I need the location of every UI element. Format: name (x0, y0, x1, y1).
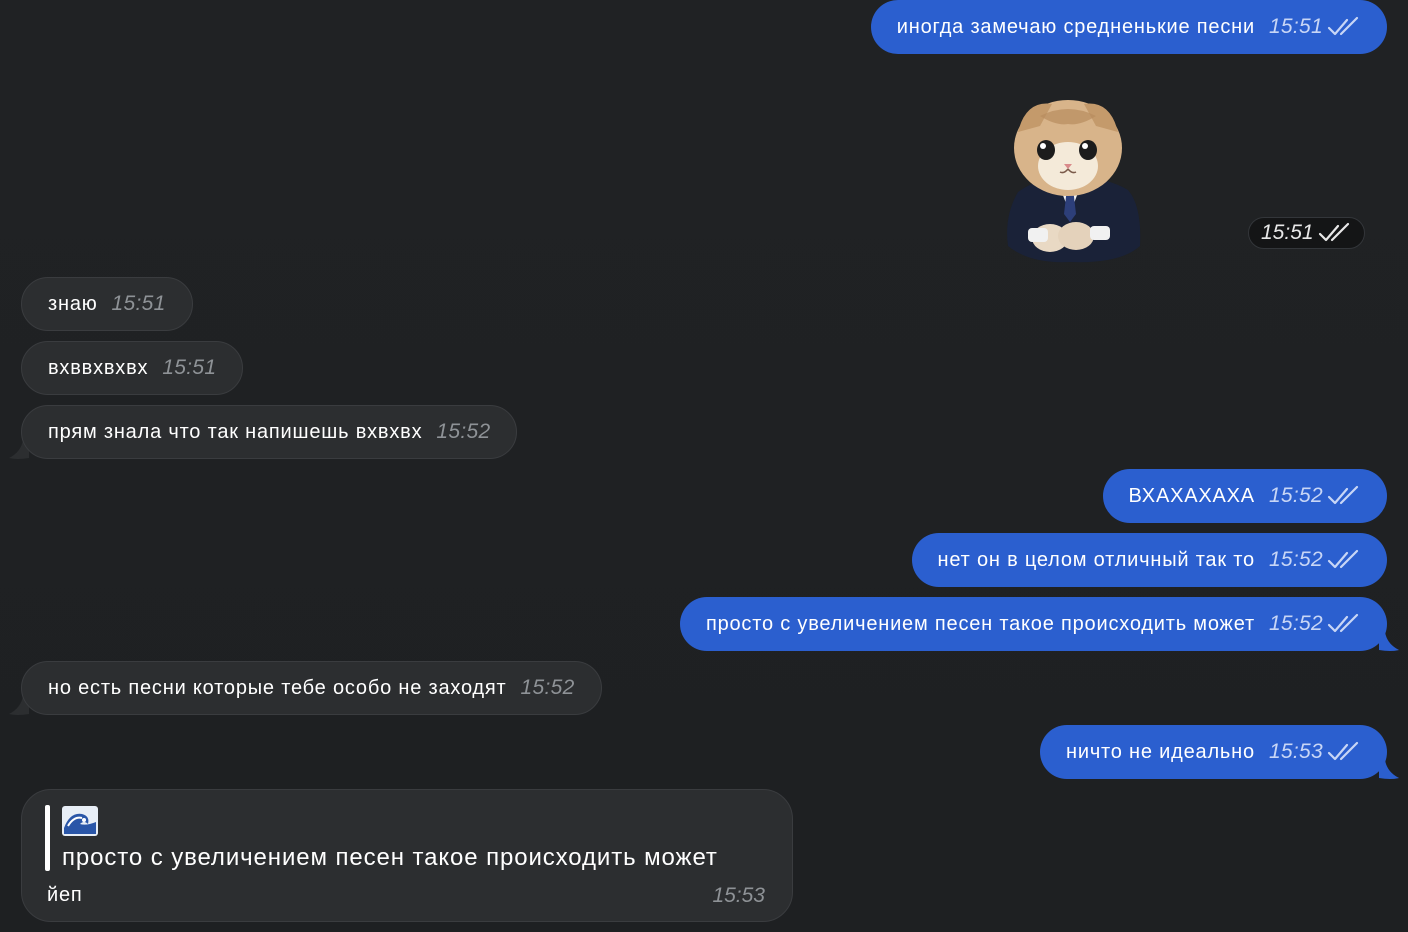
reply-quote-text: просто с увеличением песен такое происхо… (62, 844, 718, 871)
incoming-message[interactable]: вхввхвхвх 15:51 (21, 341, 244, 395)
message-text: ничто не идеально (1066, 740, 1255, 763)
incoming-message[interactable]: знаю 15:51 (21, 277, 193, 331)
double-check-icon (1327, 485, 1359, 505)
outgoing-message[interactable]: ВХАХАХАХА 15:52 (1102, 469, 1387, 523)
message-time: 15:51 (111, 292, 166, 315)
message-time: 15:53 (1268, 740, 1323, 763)
message-text: йеп (47, 884, 83, 906)
outgoing-message[interactable]: иногда замечаю средненькие песни 15:51 (870, 0, 1387, 54)
message-time: 15:51 (1261, 221, 1314, 244)
incoming-message[interactable]: но есть песни которые тебе особо не захо… (21, 661, 602, 715)
message-text: нет он в целом отличный так то (937, 548, 1255, 571)
double-check-icon (1327, 549, 1359, 569)
outgoing-message[interactable]: просто с увеличением песен такое происхо… (679, 597, 1387, 651)
message-text: вхввхвхвх (48, 356, 149, 379)
incoming-reply-message[interactable]: просто с увеличением песен такое происхо… (21, 789, 793, 922)
message-time: 15:52 (1268, 612, 1323, 635)
incoming-message[interactable]: прям знала что так напишешь вхвхвх 15:52 (21, 405, 518, 459)
double-check-icon (1318, 222, 1349, 242)
message-time: 15:52 (520, 676, 575, 699)
message-text: ВХАХАХАХА (1128, 484, 1255, 507)
outgoing-message[interactable]: ничто не идеально 15:53 (1040, 725, 1387, 779)
message-time: 15:52 (436, 420, 491, 443)
message-time: 15:53 (712, 884, 765, 907)
message-time: 15:52 (1268, 548, 1323, 571)
message-time: 15:52 (1268, 484, 1323, 507)
message-text: просто с увеличением песен такое происхо… (705, 612, 1255, 635)
sticker-time-badge: 15:51 (1248, 217, 1365, 249)
message-time: 15:51 (1268, 15, 1323, 38)
message-time: 15:51 (162, 356, 217, 379)
wave-emoji-icon (62, 806, 98, 836)
double-check-icon (1327, 741, 1359, 761)
outgoing-message[interactable]: нет он в целом отличный так то 15:52 (911, 533, 1387, 587)
message-text: знаю (48, 292, 98, 315)
cat-in-suit-sticker-icon[interactable] (1000, 96, 1142, 264)
message-text: иногда замечаю средненькие песни (896, 15, 1255, 38)
message-text: прям знала что так напишешь вхвхвх (48, 420, 423, 443)
message-text: но есть песни которые тебе особо не захо… (48, 676, 507, 699)
double-check-icon (1327, 16, 1359, 36)
reply-quote-bar (45, 805, 50, 871)
double-check-icon (1327, 613, 1359, 633)
chat-thread: иногда замечаю средненькие песни 15:51 1… (0, 0, 1408, 932)
